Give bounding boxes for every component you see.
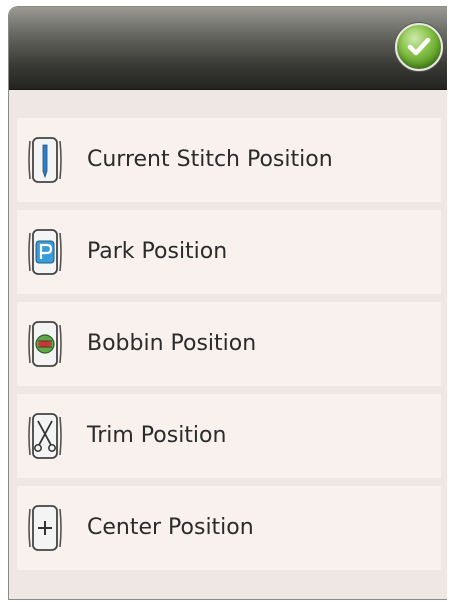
item-label: Trim Position (87, 423, 227, 448)
bobbin-position-button[interactable]: Bobbin Position (17, 302, 441, 386)
scissors-icon (28, 413, 62, 459)
item-label: Park Position (87, 239, 228, 264)
park-position-button[interactable]: Park Position (17, 210, 441, 294)
park-icon (28, 229, 62, 275)
checkmark-icon (407, 37, 431, 56)
confirm-button[interactable] (395, 23, 443, 71)
item-label: Center Position (87, 515, 254, 540)
center-position-button[interactable]: Center Position (17, 486, 441, 570)
trim-position-button[interactable]: Trim Position (17, 394, 441, 478)
needle-icon (28, 137, 62, 183)
bobbin-icon (28, 321, 62, 367)
item-label: Bobbin Position (87, 331, 257, 356)
current-stitch-position-button[interactable]: Current Stitch Position (17, 118, 441, 202)
center-plus-icon (28, 505, 62, 551)
dialog-header (9, 7, 447, 90)
item-label: Current Stitch Position (87, 147, 333, 172)
